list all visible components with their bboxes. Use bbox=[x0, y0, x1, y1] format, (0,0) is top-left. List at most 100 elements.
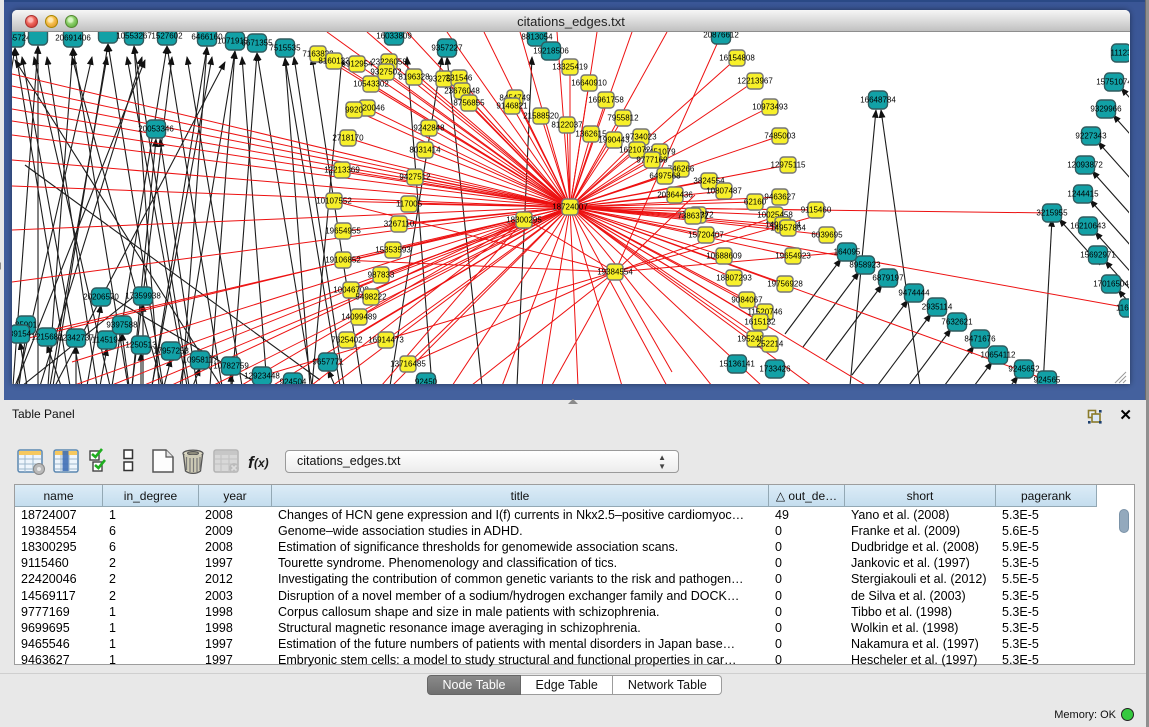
svg-text:6039695: 6039695 bbox=[811, 231, 843, 240]
svg-text:9463627: 9463627 bbox=[764, 193, 796, 202]
svg-text:12342737: 12342737 bbox=[58, 334, 94, 343]
svg-text:2718170: 2718170 bbox=[332, 134, 364, 143]
svg-text:18724007: 18724007 bbox=[552, 203, 588, 212]
svg-text:16154808: 16154808 bbox=[719, 54, 755, 63]
svg-text:10688609: 10688609 bbox=[706, 252, 742, 261]
svg-text:7386372: 7386372 bbox=[677, 212, 709, 221]
svg-text:12975115: 12975115 bbox=[771, 161, 807, 170]
svg-text:19384554: 19384554 bbox=[597, 268, 633, 277]
svg-text:20691406: 20691406 bbox=[55, 34, 91, 43]
svg-text:6671355: 6671355 bbox=[241, 39, 273, 48]
svg-text:9146821: 9146821 bbox=[496, 102, 528, 111]
svg-text:164095: 164095 bbox=[834, 248, 861, 257]
svg-text:924565: 924565 bbox=[1034, 376, 1061, 384]
svg-text:7625402: 7625402 bbox=[331, 336, 363, 345]
svg-text:9920: 9920 bbox=[345, 106, 363, 115]
svg-text:14099489: 14099489 bbox=[341, 313, 377, 322]
svg-text:8958923: 8958923 bbox=[849, 261, 881, 270]
svg-text:16914473: 16914473 bbox=[368, 336, 404, 345]
svg-text:10553267: 10553267 bbox=[116, 32, 152, 41]
svg-text:6497568: 6497568 bbox=[649, 172, 681, 181]
svg-text:19756928: 19756928 bbox=[767, 280, 803, 289]
svg-text:8912954: 8912954 bbox=[341, 60, 373, 69]
svg-text:1527602: 1527602 bbox=[151, 32, 183, 41]
svg-text:16648784: 16648784 bbox=[860, 96, 896, 105]
svg-text:1615132: 1615132 bbox=[744, 318, 776, 327]
svg-text:19654955: 19654955 bbox=[325, 227, 361, 236]
svg-text:10807487: 10807487 bbox=[706, 187, 742, 196]
svg-text:10543302: 10543302 bbox=[353, 80, 389, 89]
svg-text:15353593: 15353593 bbox=[375, 246, 411, 255]
svg-text:62160: 62160 bbox=[744, 198, 767, 207]
svg-text:17957253: 17957253 bbox=[153, 347, 189, 356]
svg-text:9777169: 9777169 bbox=[636, 156, 668, 165]
svg-text:19106852: 19106852 bbox=[325, 256, 361, 265]
svg-text:9327502: 9327502 bbox=[370, 68, 402, 77]
svg-text:7632621: 7632621 bbox=[941, 318, 973, 327]
svg-text:7955812: 7955812 bbox=[607, 114, 639, 123]
svg-text:20053346: 20053346 bbox=[138, 125, 174, 134]
svg-text:15720407: 15720407 bbox=[688, 231, 724, 240]
svg-text:8471676: 8471676 bbox=[964, 335, 996, 344]
svg-text:9084067: 9084067 bbox=[731, 296, 763, 305]
svg-text:13325419: 13325419 bbox=[552, 63, 588, 72]
svg-text:10782759: 10782759 bbox=[213, 362, 249, 371]
svg-text:14957864: 14957864 bbox=[770, 224, 806, 233]
svg-text:9474444: 9474444 bbox=[898, 289, 930, 298]
svg-text:(x): (x) bbox=[254, 456, 269, 470]
svg-text:20206570: 20206570 bbox=[83, 293, 119, 302]
svg-text:13716485: 13716485 bbox=[390, 360, 426, 369]
svg-text:10973493: 10973493 bbox=[752, 103, 788, 112]
svg-text:1733426: 1733426 bbox=[759, 365, 791, 374]
svg-text:252214: 252214 bbox=[757, 340, 784, 349]
svg-text:231546: 231546 bbox=[446, 74, 473, 83]
svg-text:987833: 987833 bbox=[368, 271, 395, 280]
svg-text:16033809: 16033809 bbox=[376, 32, 412, 41]
svg-text:9427512: 9427512 bbox=[399, 173, 431, 182]
svg-text:15136141: 15136141 bbox=[719, 360, 755, 369]
svg-text:18807293: 18807293 bbox=[716, 274, 752, 283]
svg-text:15692971: 15692971 bbox=[1080, 251, 1116, 260]
svg-text:7485003: 7485003 bbox=[764, 132, 796, 141]
svg-text:17359938: 17359938 bbox=[125, 292, 161, 301]
svg-text:9245652: 9245652 bbox=[1008, 365, 1040, 374]
svg-text:117005: 117005 bbox=[396, 200, 423, 209]
svg-text:17016504: 17016504 bbox=[1093, 280, 1129, 289]
svg-text:1145194: 1145194 bbox=[92, 336, 123, 345]
svg-text:19654923: 19654923 bbox=[775, 252, 811, 261]
svg-text:19218506: 19218506 bbox=[533, 47, 569, 56]
svg-text:9227343: 9227343 bbox=[1075, 132, 1107, 141]
svg-text:10107552: 10107552 bbox=[316, 197, 352, 206]
svg-text:116753: 116753 bbox=[1116, 304, 1129, 313]
svg-text:2935114: 2935114 bbox=[922, 303, 953, 312]
svg-text:924504: 924504 bbox=[280, 378, 307, 384]
svg-text:21588520: 21588520 bbox=[523, 112, 559, 121]
svg-text:3215955: 3215955 bbox=[1036, 209, 1068, 218]
svg-text:9397588: 9397588 bbox=[106, 321, 138, 330]
svg-text:8031414: 8031414 bbox=[409, 146, 441, 155]
svg-text:11123: 11123 bbox=[1110, 49, 1129, 58]
svg-text:5498222: 5498222 bbox=[355, 293, 387, 302]
svg-text:9357227: 9357227 bbox=[431, 44, 463, 53]
svg-text:92450: 92450 bbox=[415, 378, 438, 384]
svg-text:8756855: 8756855 bbox=[453, 99, 485, 108]
svg-text:23676048: 23676048 bbox=[444, 87, 480, 96]
svg-text:9329966: 9329966 bbox=[1090, 105, 1122, 114]
svg-text:20876612: 20876612 bbox=[703, 32, 739, 40]
svg-text:20364436: 20364436 bbox=[657, 191, 693, 200]
svg-text:10654112: 10654112 bbox=[981, 351, 1017, 360]
svg-text:12093872: 12093872 bbox=[1067, 161, 1103, 170]
svg-text:9734023: 9734023 bbox=[625, 133, 657, 142]
svg-text:39154: 39154 bbox=[12, 330, 32, 339]
svg-text:16210643: 16210643 bbox=[1070, 222, 1106, 231]
svg-text:7515535: 7515535 bbox=[269, 44, 301, 53]
svg-text:9115460: 9115460 bbox=[801, 206, 832, 215]
svg-text:9657771: 9657771 bbox=[312, 358, 344, 367]
svg-text:12213967: 12213967 bbox=[737, 77, 773, 86]
svg-text:12213369: 12213369 bbox=[324, 166, 360, 175]
svg-text:8122037: 8122037 bbox=[551, 121, 583, 130]
svg-text:8813054: 8813054 bbox=[521, 33, 553, 42]
svg-text:15751074: 15751074 bbox=[1096, 78, 1129, 87]
svg-text:1244415: 1244415 bbox=[1067, 190, 1099, 199]
svg-text:9242848: 9242848 bbox=[413, 124, 445, 133]
